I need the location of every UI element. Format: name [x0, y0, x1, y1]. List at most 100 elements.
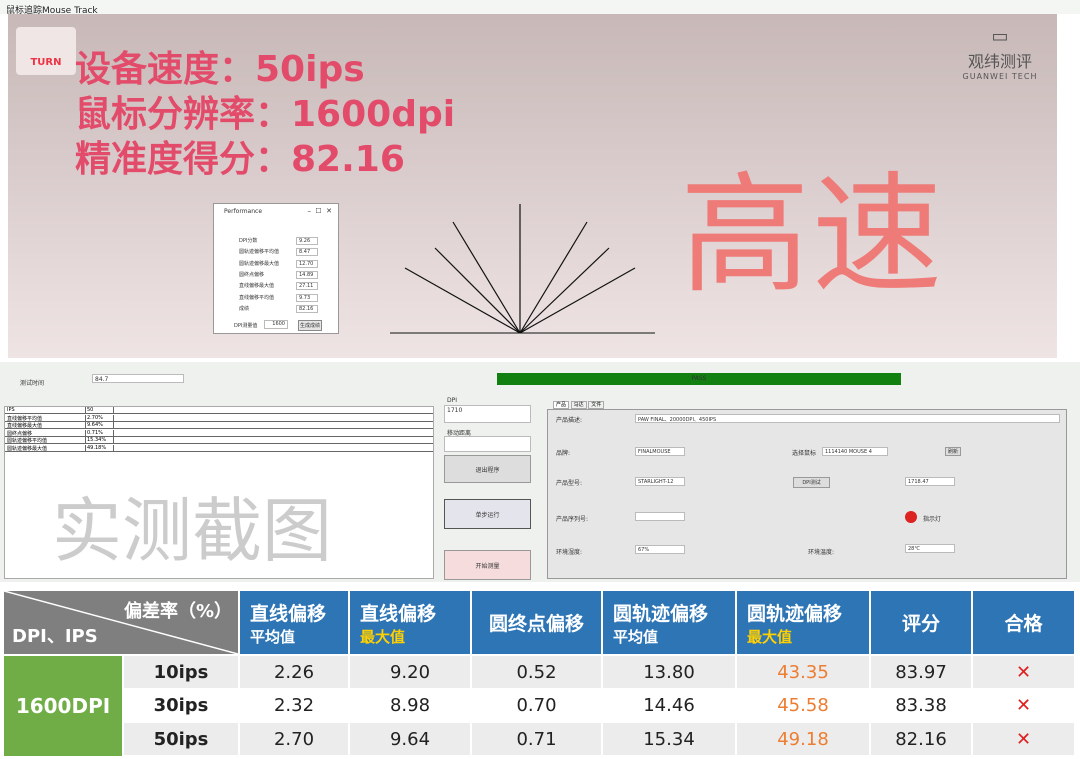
perf-value[interactable]: 9.73 — [296, 293, 318, 302]
value-cell: 13.80 — [603, 656, 735, 688]
window-title: 鼠标追踪Mouse Track — [0, 0, 1080, 16]
time-input[interactable]: 84.7 — [92, 374, 184, 383]
tab-motor[interactable]: 马达 — [570, 401, 587, 409]
perf-row: 直线偏移最大值 27.11 — [239, 282, 329, 291]
value-cell: 14.46 — [603, 689, 735, 722]
value-cell: 2.26 — [240, 656, 348, 688]
perf-value[interactable]: 27.11 — [296, 282, 318, 291]
rays — [404, 204, 636, 334]
start-button[interactable]: 开始测量 — [444, 550, 531, 580]
ips-cell: 30ips — [124, 689, 238, 722]
fail-mark: ✕ — [973, 723, 1074, 755]
grid-value: 50 — [85, 407, 94, 414]
value-cell: 49.18 — [737, 723, 869, 755]
speed-word: 高速 — [680, 159, 945, 311]
grid-row: 直线偏移最大值 9.64% — [5, 422, 433, 429]
grid-row: 直线偏移平均值 2.70% — [5, 414, 433, 422]
perf-value[interactable]: 8.47 — [296, 248, 318, 257]
desc-input[interactable]: PAW FINAL、20000DPI、450IPS — [635, 414, 1060, 423]
grid-row: 圆轨迹偏移最大值 49.18% — [5, 444, 433, 452]
column-header: 评分 — [871, 591, 971, 654]
header-main: 合格 — [1004, 613, 1043, 635]
value-cell: 15.34 — [603, 723, 735, 755]
perf-row: 圆轨迹偏移平均值 8.47 — [239, 248, 329, 257]
dpi-stepper[interactable]: 1600 — [264, 320, 288, 329]
indicator-light-icon — [905, 511, 917, 523]
header-main: 圆轨迹偏移 — [613, 602, 709, 625]
dpi-input[interactable]: 1710 — [444, 405, 531, 423]
generate-button[interactable]: 生成成绩 — [298, 320, 323, 331]
time-label: 测试时间 — [20, 380, 45, 387]
corner-top: 偏差率（%） — [123, 601, 232, 622]
temperature-input[interactable]: 28℃ — [905, 544, 955, 553]
value-cell: 2.70 — [240, 723, 348, 755]
column-header: 直线偏移 平均值 — [240, 591, 348, 654]
serial-label: 产品序列号: — [556, 516, 589, 523]
perf-row: 圆终点偏移 14.89 — [239, 270, 329, 280]
dpi-test-button[interactable]: DPI测试 — [793, 477, 830, 488]
grid-value: 49.18% — [85, 444, 107, 452]
grid-row: 圆终点偏移 0.71% — [5, 429, 433, 437]
grid-label: 直线偏移最大值 — [7, 423, 43, 429]
value-cell: 0.71 — [472, 723, 601, 755]
header-main: 圆轨迹偏移 — [747, 602, 843, 625]
grid-label: 圆轨迹偏移平均值 — [7, 438, 48, 444]
perf-value[interactable]: 9.26 — [296, 237, 318, 245]
brand-label: 品牌: — [556, 450, 571, 457]
perf-value[interactable]: 14.89 — [296, 270, 318, 279]
tab-product[interactable]: 产品 — [553, 401, 570, 409]
value-cell: 9.64 — [350, 723, 470, 755]
status-bar: PASS — [497, 373, 901, 385]
column-header: 合格 — [973, 591, 1074, 654]
desc-label: 产品描述: — [556, 417, 583, 424]
header-main: 圆终点偏移 — [488, 613, 584, 635]
grid-value: 2.70% — [85, 414, 103, 422]
fail-mark: ✕ — [973, 656, 1074, 688]
perf-row: DPI分数 9.26 — [239, 237, 329, 246]
grid-value: 15.34% — [85, 437, 107, 444]
grid-label: 直线偏移平均值 — [7, 415, 43, 422]
header-main: 评分 — [901, 613, 940, 635]
header-sub: 最大值 — [360, 627, 406, 646]
watermark: 实测截图 — [52, 490, 332, 572]
header-sub: 平均值 — [613, 627, 659, 646]
header-main: 直线偏移 — [250, 602, 327, 625]
value-cell: 2.32 — [240, 689, 348, 722]
grid-label: IPS — [7, 407, 15, 413]
refresh-button[interactable]: 刷新 — [945, 447, 961, 456]
logo-text: TURN — [30, 57, 62, 68]
column-header: 直线偏移 最大值 — [350, 591, 470, 654]
value-cell: 83.97 — [871, 656, 971, 688]
tab-file[interactable]: 文件 — [588, 401, 605, 409]
header-sub: 最大值 — [747, 627, 793, 646]
perf-label: 成绩 — [239, 305, 250, 312]
exit-button[interactable]: 退出程序 — [444, 455, 531, 483]
logo-text: 观纬测评 — [967, 52, 1032, 71]
perf-value[interactable]: 12.70 — [296, 259, 318, 268]
grid-value: 9.64% — [85, 422, 103, 429]
dpi-result-input[interactable]: 1718.47 — [905, 477, 955, 486]
perf-label: 圆轨迹偏移最大值 — [239, 260, 280, 267]
value-cell: 8.98 — [350, 689, 470, 722]
dpi-label: DPI — [447, 397, 458, 404]
perf-label: 直线偏移最大值 — [239, 283, 275, 290]
tab-bar: 产品 马达 文件 — [553, 401, 605, 409]
serial-input[interactable] — [635, 512, 685, 521]
distance-input[interactable] — [444, 436, 531, 452]
model-input[interactable]: STARLIGHT-12 — [635, 477, 685, 486]
value-cell: 9.20 — [350, 656, 470, 688]
grid-value: 0.71% — [85, 429, 103, 437]
score-text: 精准度得分：82.16 — [75, 139, 405, 180]
logo-text-en: GUANWEI TECH — [962, 72, 1038, 81]
header-main: 直线偏移 — [360, 602, 437, 625]
ips-cell: 50ips — [124, 723, 238, 755]
model-label: 产品型号: — [556, 480, 583, 487]
grid-row: IPS 50 — [5, 407, 433, 414]
mouse-select[interactable]: 1114140 MOUSE 4 — [822, 447, 888, 456]
perf-row: 圆轨迹偏移最大值 12.70 — [239, 259, 329, 269]
window-controls[interactable]: – ☐ ✕ — [307, 207, 332, 215]
brand-input[interactable]: FINALMOUSE — [635, 447, 685, 456]
humidity-input[interactable]: 67% — [635, 545, 685, 554]
perf-value[interactable]: 82.16 — [296, 304, 318, 313]
step-button[interactable]: 单步运行 — [444, 499, 531, 529]
